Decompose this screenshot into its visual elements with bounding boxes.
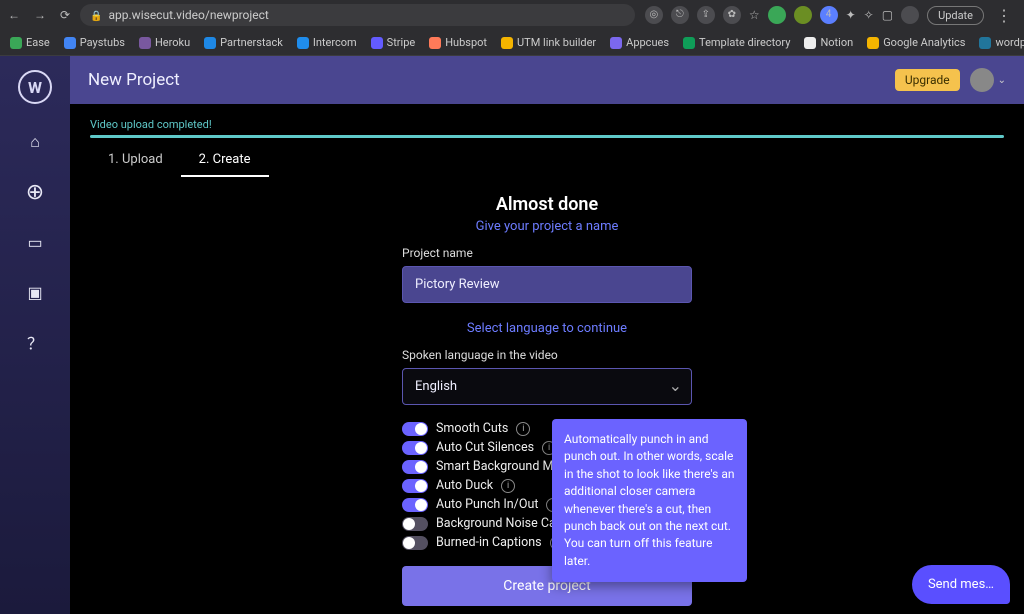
bookmark-item[interactable]: Notion: [804, 36, 853, 49]
tooltip-auto-punch: Automatically punch in and punch out. In…: [552, 419, 747, 582]
toggle-label: Auto Duck: [436, 478, 493, 493]
back-icon[interactable]: ←: [8, 8, 20, 22]
profile-avatar-icon[interactable]: [901, 6, 919, 24]
spoken-language-label: Spoken language in the video: [402, 348, 692, 362]
reload-icon[interactable]: ⟳: [60, 8, 70, 22]
browser-ext-icon[interactable]: ◎: [645, 6, 663, 24]
bookmark-item[interactable]: Partnerstack: [204, 36, 283, 49]
bookmark-item[interactable]: Appcues: [610, 36, 669, 49]
bookmark-item[interactable]: Paystubs: [64, 36, 125, 49]
add-icon[interactable]: ⊕: [23, 180, 47, 204]
progress-bar: [90, 135, 1004, 138]
toggle-label: Smooth Cuts: [436, 421, 508, 436]
create-form: Almost done Give your project a name Pro…: [227, 194, 867, 606]
main-panel: New Project Upgrade ⌄ Video upload compl…: [70, 56, 1024, 614]
toggle-switch[interactable]: [402, 536, 428, 550]
upload-status: Video upload completed!: [90, 118, 1004, 131]
pin-icon[interactable]: ✧: [864, 8, 874, 22]
project-name-input[interactable]: [402, 266, 692, 303]
app-root: W ⌂ ⊕ ▭ ▣ ？ New Project Upgrade ⌄ Video …: [0, 56, 1024, 614]
step-tabs: 1. Upload 2. Create: [90, 144, 1004, 178]
toggle-label: Burned-in Captions: [436, 535, 542, 550]
url-bar[interactable]: app.wisecut.video/newproject: [80, 4, 635, 26]
browser-ext-icon[interactable]: [794, 6, 812, 24]
toggle-list: Smooth Cuts i Auto Cut Silences i Smart …: [402, 419, 692, 552]
bookmark-item[interactable]: Heroku: [139, 36, 190, 49]
bookmark-item[interactable]: UTM link builder: [501, 36, 596, 49]
info-icon[interactable]: i: [516, 422, 530, 436]
bookmark-item[interactable]: wordpress: [979, 36, 1024, 49]
home-icon[interactable]: ⌂: [23, 130, 47, 154]
browser-ext-icon[interactable]: 4: [820, 6, 838, 24]
browser-nav-controls: ← → ⟳: [8, 8, 70, 22]
toggle-switch[interactable]: [402, 422, 428, 436]
toggle-switch[interactable]: [402, 460, 428, 474]
spoken-language-select[interactable]: English: [402, 368, 692, 405]
toggle-label: Auto Cut Silences: [436, 440, 534, 455]
sidebar: W ⌂ ⊕ ▭ ▣ ？: [0, 56, 70, 614]
browser-chrome: ← → ⟳ app.wisecut.video/newproject ◎ ⎋ ⇪…: [0, 0, 1024, 30]
toggle-switch[interactable]: [402, 441, 428, 455]
content-area: Video upload completed! 1. Upload 2. Cre…: [70, 104, 1024, 614]
kebab-menu-icon[interactable]: ⋮: [992, 6, 1016, 25]
form-heading: Almost done: [227, 194, 867, 215]
browser-ext-icon[interactable]: ⎋: [671, 6, 689, 24]
form-subheading: Give your project a name: [227, 219, 867, 234]
puzzle-icon[interactable]: ✦: [846, 8, 856, 22]
folder-icon[interactable]: ▭: [23, 230, 47, 254]
browser-right-icons: ◎ ⎋ ⇪ ✿ ☆ 4 ✦ ✧ ▢ Update ⋮: [645, 6, 1016, 25]
app-logo[interactable]: W: [18, 70, 52, 104]
bookmark-item[interactable]: Template directory: [683, 36, 790, 49]
library-icon[interactable]: ▣: [23, 280, 47, 304]
select-language-message: Select language to continue: [227, 321, 867, 336]
lock-icon: [90, 8, 102, 22]
bookmark-item[interactable]: Intercom: [297, 36, 357, 49]
project-name-label: Project name: [402, 246, 692, 260]
tab-upload[interactable]: 1. Upload: [90, 144, 181, 177]
browser-ext-icon[interactable]: ⇪: [697, 6, 715, 24]
app-header: New Project Upgrade ⌄: [70, 56, 1024, 104]
window-icon[interactable]: ▢: [882, 8, 893, 22]
star-icon[interactable]: ☆: [749, 8, 760, 22]
forward-icon[interactable]: →: [34, 8, 46, 22]
tab-create[interactable]: 2. Create: [181, 144, 269, 177]
url-text: app.wisecut.video/newproject: [109, 8, 269, 22]
upgrade-button[interactable]: Upgrade: [895, 69, 960, 91]
toggle-switch[interactable]: [402, 479, 428, 493]
chat-widget[interactable]: Send mes…: [912, 565, 1010, 604]
bookmark-item[interactable]: Hubspot: [429, 36, 487, 49]
chevron-down-icon[interactable]: ⌄: [998, 75, 1006, 86]
bookmarks-bar: Ease Paystubs Heroku Partnerstack Interc…: [0, 30, 1024, 56]
browser-ext-icon[interactable]: ✿: [723, 6, 741, 24]
help-icon[interactable]: ？: [23, 330, 47, 354]
browser-ext-icon[interactable]: [768, 6, 786, 24]
toggle-switch[interactable]: [402, 498, 428, 512]
bookmark-item[interactable]: Google Analytics: [867, 36, 965, 49]
browser-update-button[interactable]: Update: [927, 6, 984, 25]
info-icon[interactable]: i: [501, 479, 515, 493]
bookmark-item[interactable]: Stripe: [371, 36, 416, 49]
user-avatar[interactable]: [970, 68, 994, 92]
page-title: New Project: [88, 70, 895, 90]
toggle-label: Auto Punch In/Out: [436, 497, 538, 512]
toggle-switch[interactable]: [402, 517, 428, 531]
bookmark-item[interactable]: Ease: [10, 36, 50, 49]
